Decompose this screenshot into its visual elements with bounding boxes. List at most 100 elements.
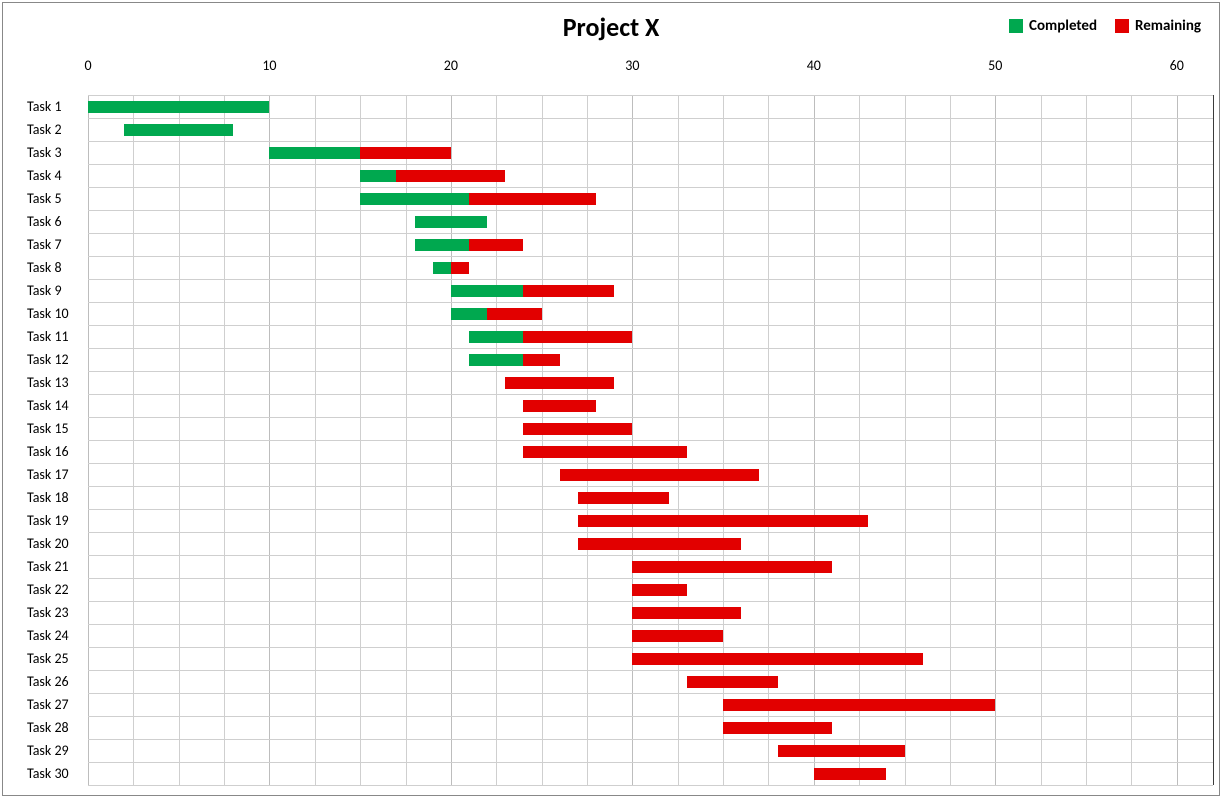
y-tick-label: Task 20: [27, 535, 69, 552]
y-tick-label: Task 18: [27, 489, 69, 506]
bar-remaining: [632, 584, 686, 596]
bar-remaining: [451, 262, 469, 274]
y-tick-label: Task 16: [27, 443, 69, 460]
gridline-h: [88, 578, 1213, 579]
y-tick-label: Task 5: [27, 190, 62, 207]
y-tick-label: Task 29: [27, 742, 69, 759]
gridline-h: [88, 417, 1213, 418]
gridline-h: [88, 486, 1213, 487]
y-tick-label: Task 8: [27, 259, 62, 276]
bar-remaining: [632, 561, 832, 573]
bar-remaining: [632, 630, 723, 642]
y-tick-label: Task 4: [27, 167, 62, 184]
bar-remaining: [523, 400, 596, 412]
bar-completed: [415, 216, 488, 228]
y-tick-label: Task 7: [27, 236, 62, 253]
gridline-h: [88, 141, 1213, 142]
gridline-h: [88, 785, 1213, 786]
y-tick-label: Task 24: [27, 627, 69, 644]
bar-remaining: [723, 722, 832, 734]
y-tick-label: Task 22: [27, 581, 69, 598]
gridline-h: [88, 371, 1213, 372]
gridline-h: [88, 693, 1213, 694]
y-tick-label: Task 9: [27, 282, 62, 299]
bar-remaining: [360, 147, 451, 159]
gridline-h: [88, 302, 1213, 303]
bar-remaining: [505, 377, 614, 389]
bar-completed: [415, 239, 469, 251]
gridline-h: [88, 739, 1213, 740]
legend-swatch-remaining: [1115, 19, 1129, 33]
x-tick-label: 60: [1170, 57, 1184, 74]
legend: Completed Remaining: [1009, 17, 1201, 35]
chart-frame: Project X Completed Remaining 0102030405…: [2, 2, 1220, 796]
y-tick-label: Task 14: [27, 397, 69, 414]
gridline-h: [88, 463, 1213, 464]
bar-remaining: [814, 768, 887, 780]
bar-completed: [451, 308, 487, 320]
bar-remaining: [523, 331, 632, 343]
bar-completed: [469, 331, 523, 343]
gridline-h: [88, 601, 1213, 602]
gridline-h: [88, 210, 1213, 211]
gridline-h: [88, 325, 1213, 326]
gridline-h: [88, 279, 1213, 280]
bar-completed: [360, 193, 469, 205]
y-tick-label: Task 3: [27, 144, 62, 161]
bar-remaining: [578, 492, 669, 504]
gridline-h: [88, 348, 1213, 349]
y-tick-label: Task 19: [27, 512, 69, 529]
bar-remaining: [687, 676, 778, 688]
gridline-h: [88, 624, 1213, 625]
y-tick-label: Task 6: [27, 213, 62, 230]
bar-remaining: [523, 446, 686, 458]
y-tick-label: Task 2: [27, 121, 62, 138]
bar-remaining: [523, 423, 632, 435]
gridline-h: [88, 233, 1213, 234]
y-tick-label: Task 13: [27, 374, 69, 391]
bar-completed: [360, 170, 396, 182]
bar-completed: [124, 124, 233, 136]
gridline-h: [88, 394, 1213, 395]
bar-remaining: [396, 170, 505, 182]
gridline-h: [88, 532, 1213, 533]
gridline-h: [88, 716, 1213, 717]
y-tick-label: Task 17: [27, 466, 69, 483]
bar-remaining: [632, 653, 922, 665]
bar-completed: [269, 147, 360, 159]
y-tick-label: Task 27: [27, 696, 69, 713]
y-tick-label: Task 1: [27, 98, 62, 115]
x-tick-label: 40: [807, 57, 821, 74]
bar-remaining: [778, 745, 905, 757]
gridline-h: [88, 440, 1213, 441]
y-tick-label: Task 25: [27, 650, 69, 667]
legend-swatch-completed: [1009, 19, 1023, 33]
y-tick-label: Task 30: [27, 765, 69, 782]
bar-remaining: [578, 515, 868, 527]
gridline-h: [88, 187, 1213, 188]
gridline-h: [88, 670, 1213, 671]
bar-completed: [433, 262, 451, 274]
x-tick-label: 20: [444, 57, 458, 74]
y-tick-label: Task 23: [27, 604, 69, 621]
bar-remaining: [469, 193, 596, 205]
y-tick-label: Task 10: [27, 305, 69, 322]
x-tick-label: 30: [625, 57, 639, 74]
gridline-h: [88, 164, 1213, 165]
gridline-h: [88, 118, 1213, 119]
legend-item-remaining: Remaining: [1115, 17, 1201, 35]
legend-item-completed: Completed: [1009, 17, 1097, 35]
gridline-h: [88, 509, 1213, 510]
bar-completed: [451, 285, 524, 297]
x-tick-label: 10: [262, 57, 276, 74]
y-tick-label: Task 28: [27, 719, 69, 736]
y-tick-label: Task 12: [27, 351, 69, 368]
bar-completed: [469, 354, 523, 366]
bar-remaining: [578, 538, 741, 550]
bar-remaining: [487, 308, 541, 320]
plot-border-right: [1213, 95, 1214, 785]
bar-remaining: [469, 239, 523, 251]
y-tick-label: Task 15: [27, 420, 69, 437]
legend-label-completed: Completed: [1029, 17, 1097, 35]
bar-completed: [88, 101, 269, 113]
